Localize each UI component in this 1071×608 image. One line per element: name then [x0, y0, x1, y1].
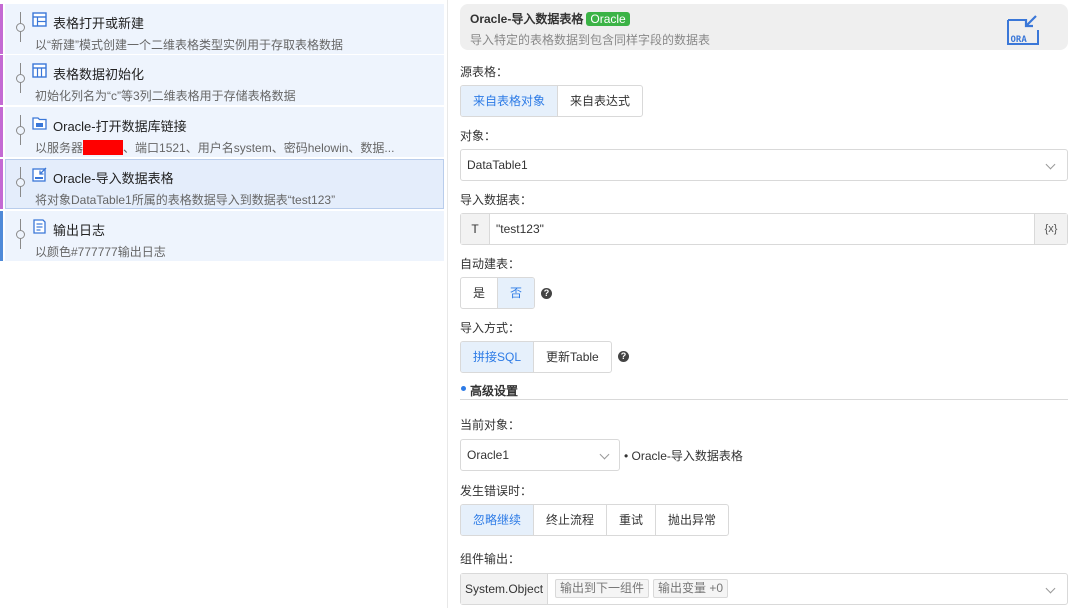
step-description: 以“新建”模式创建一个二维表格类型实例用于存取表格数据: [35, 38, 343, 52]
step-description-suffix: 、端口1521、用户名system、密码helowin、数据...: [123, 141, 395, 155]
help-icon[interactable]: ?: [541, 288, 552, 299]
step-title: 表格打开或新建: [53, 16, 145, 31]
step-description-prefix: 以服务器: [35, 141, 84, 155]
step-color-bar: [0, 159, 3, 209]
step-connector-icon: [16, 63, 25, 93]
step-title: 输出日志: [53, 223, 106, 238]
source-option-table-object[interactable]: 来自表格对象: [461, 86, 558, 116]
logo-text: ORA: [1011, 35, 1028, 45]
advanced-settings-title: 高级设置: [470, 384, 519, 398]
step-description: 将对象DataTable1所属的表格数据导入到数据表“test123”: [35, 193, 336, 207]
source-label: 源表格：: [460, 65, 509, 79]
help-icon[interactable]: ?: [618, 351, 629, 362]
step-color-bar: [0, 211, 3, 261]
on-error-label: 发生错误时：: [460, 484, 533, 498]
output-tag-variable[interactable]: 输出变量 +0: [653, 579, 729, 598]
text-type-indicator[interactable]: T: [461, 214, 490, 244]
step-connector-icon: [16, 115, 25, 145]
import-mode-segmented: 拼接SQL 更新Table: [460, 341, 612, 373]
flow-step[interactable]: 表格数据初始化 初始化列名为“c”等3列二维表格用于存储表格数据: [0, 55, 444, 105]
import-table-label: 导入数据表：: [460, 193, 533, 207]
flow-step[interactable]: Oracle-打开数据库链接 以服务器 、端口1521、用户名system、密码h…: [0, 107, 444, 157]
section-dot-icon: [461, 386, 466, 391]
redacted-server: [83, 140, 124, 155]
flow-step-selected[interactable]: Oracle-导入数据表格 将对象DataTable1所属的表格数据导入到数据表…: [0, 159, 444, 209]
on-error-segmented: 忽略继续 终止流程 重试 抛出异常: [460, 504, 730, 536]
on-error-stop[interactable]: 终止流程: [533, 505, 606, 535]
flow-step[interactable]: 输出日志 以颜色#777777输出日志: [0, 211, 444, 261]
step-title: 表格数据初始化: [53, 67, 145, 82]
flow-step[interactable]: 表格打开或新建 以“新建”模式创建一个二维表格类型实例用于存取表格数据: [0, 4, 444, 54]
expression-toggle-button[interactable]: {x}: [1034, 214, 1067, 244]
on-error-ignore[interactable]: 忽略继续: [461, 505, 534, 535]
on-error-retry[interactable]: 重试: [606, 505, 655, 535]
object-label: 对象：: [460, 129, 497, 143]
oracle-badge: Oracle: [586, 12, 630, 26]
step-title: Oracle-导入数据表格: [53, 171, 174, 186]
import-icon: [32, 167, 47, 182]
output-tag-next[interactable]: 输出到下一组件: [555, 579, 650, 598]
flow-step-list: 表格打开或新建 以“新建”模式创建一个二维表格类型实例用于存取表格数据 表格数据…: [0, 0, 444, 608]
table-icon: [32, 63, 47, 78]
step-description: 以颜色#777777输出日志: [35, 245, 166, 259]
step-color-bar: [0, 4, 3, 54]
chevron-down-icon: [1045, 159, 1056, 170]
panel-subtitle: 导入特定的表格数据到包含同样字段的数据表: [470, 33, 711, 47]
step-title: Oracle-打开数据库链接: [53, 119, 187, 134]
oracle-import-logo-icon: ORA: [1007, 15, 1039, 45]
source-segmented: 来自表格对象 来自表达式: [460, 85, 644, 117]
import-mode-label: 导入方式：: [460, 321, 521, 335]
output-type: System.Object: [461, 574, 549, 604]
panel-header: Oracle-导入数据表格 Oracle 导入特定的表格数据到包含同样字段的数据表…: [460, 4, 1068, 50]
import-table-input[interactable]: T "test123" {x}: [460, 213, 1068, 245]
current-object-note: • Oracle-导入数据表格: [624, 449, 743, 463]
step-description: 以服务器 、端口1521、用户名system、密码helowin、数据...: [35, 139, 435, 156]
database-icon: [32, 117, 47, 130]
current-object-label: 当前对象：: [460, 418, 521, 432]
table-icon: [32, 12, 47, 27]
chevron-down-icon: [599, 449, 610, 460]
step-connector-icon: [16, 167, 25, 197]
advanced-settings-header[interactable]: 高级设置: [460, 381, 1068, 400]
import-mode-sql[interactable]: 拼接SQL: [461, 342, 534, 372]
auto-create-no[interactable]: 否: [497, 278, 535, 308]
output-select[interactable]: System.Object 输出到下一组件 输出变量 +0: [460, 573, 1068, 605]
step-color-bar: [0, 55, 3, 105]
step-connector-icon: [16, 219, 25, 249]
current-object-value: Oracle1: [467, 448, 510, 462]
auto-create-label: 自动建表：: [460, 257, 521, 271]
import-mode-update-table[interactable]: 更新Table: [533, 342, 611, 372]
object-select[interactable]: DataTable1: [460, 149, 1068, 181]
properties-panel: Oracle-导入数据表格 Oracle 导入特定的表格数据到包含同样字段的数据表…: [447, 0, 1071, 608]
step-color-bar: [0, 107, 3, 157]
current-object-select[interactable]: Oracle1: [460, 439, 620, 471]
source-option-expression[interactable]: 来自表达式: [557, 86, 642, 116]
log-icon: [33, 219, 46, 234]
auto-create-segmented: 是 否: [460, 277, 536, 309]
step-description: 初始化列名为“c”等3列二维表格用于存储表格数据: [35, 89, 296, 103]
output-label: 组件输出：: [460, 552, 521, 566]
panel-title-text: Oracle-导入数据表格: [470, 12, 584, 26]
on-error-throw[interactable]: 抛出异常: [655, 505, 728, 535]
auto-create-yes[interactable]: 是: [461, 278, 497, 308]
import-table-value[interactable]: "test123": [496, 222, 544, 236]
panel-title: Oracle-导入数据表格 Oracle: [470, 10, 630, 27]
step-connector-icon: [16, 12, 25, 42]
chevron-down-icon: [1045, 583, 1056, 594]
object-select-value: DataTable1: [467, 158, 528, 172]
output-tags: 输出到下一组件 输出变量 +0: [551, 579, 729, 598]
